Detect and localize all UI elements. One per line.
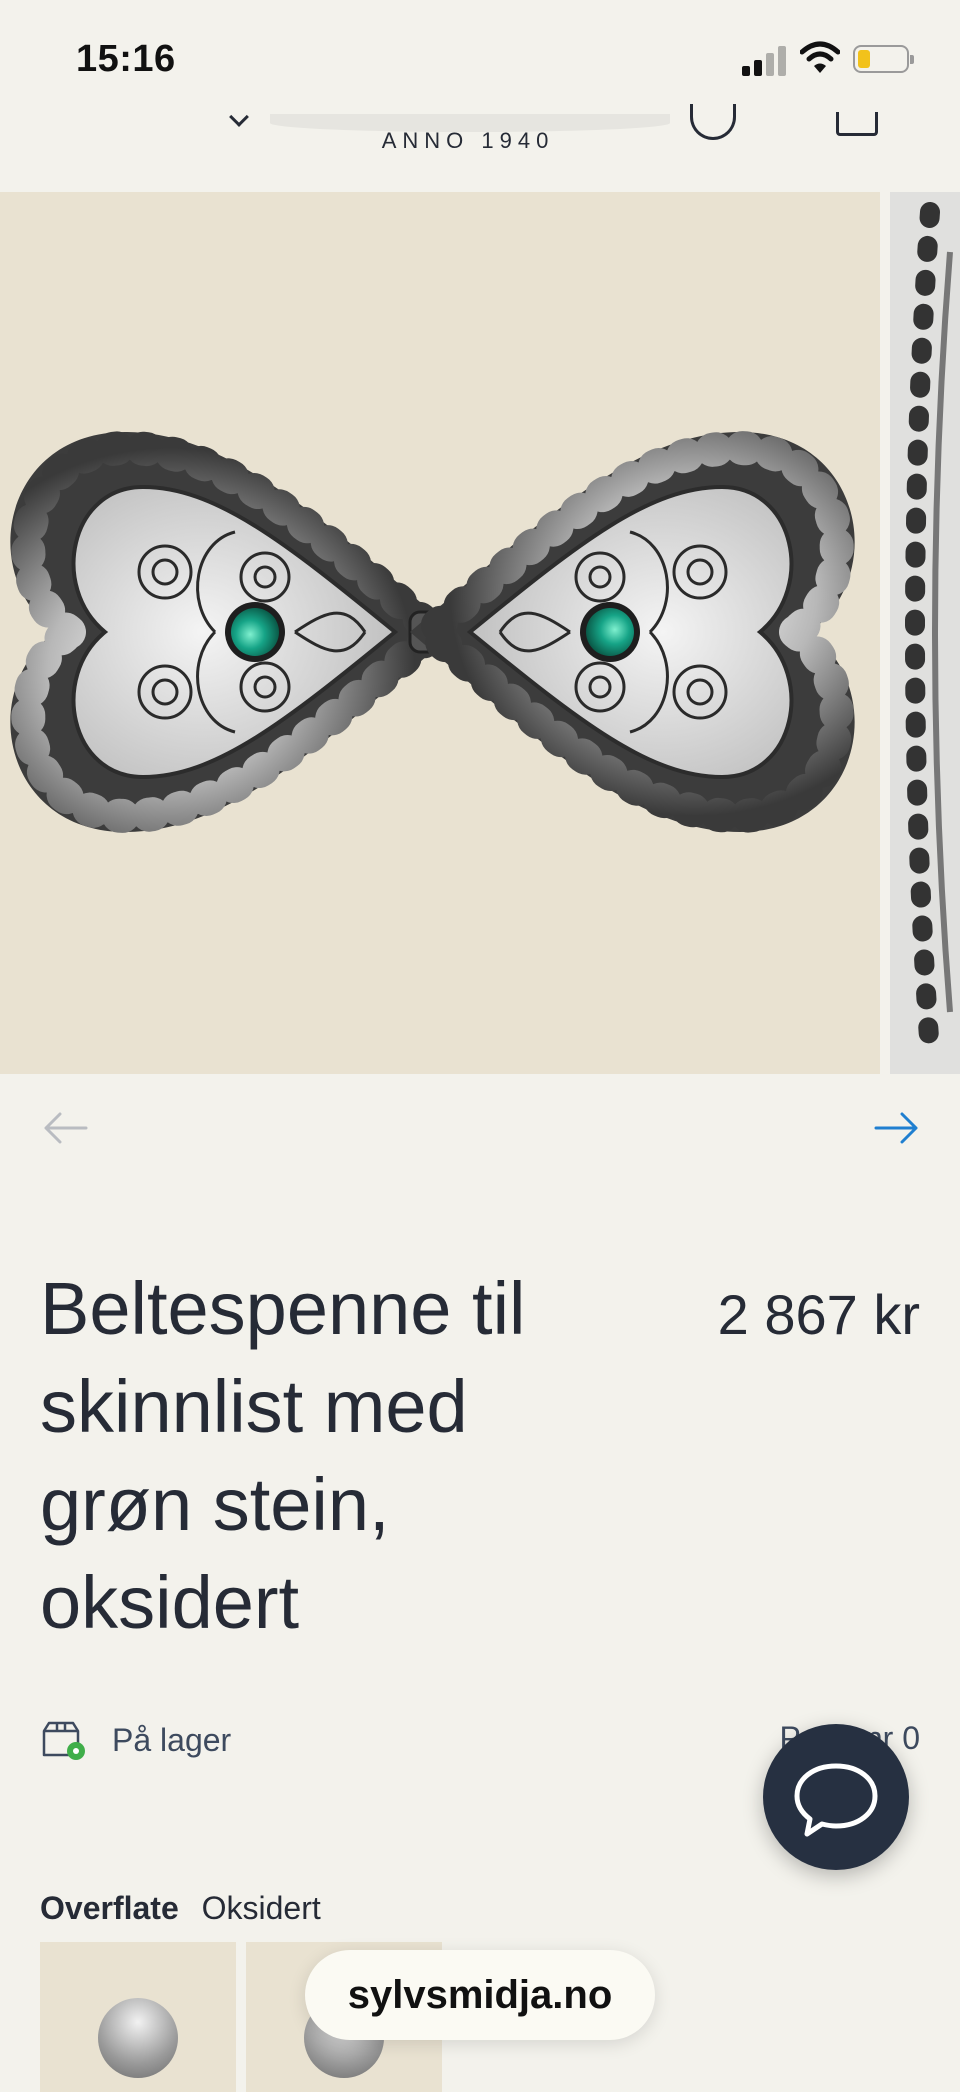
- chat-bubble-icon: [794, 1763, 878, 1837]
- variant-swatch-1[interactable]: [40, 1942, 236, 2092]
- variant-value: Oksidert: [201, 1890, 321, 1926]
- arrow-right-icon[interactable]: [872, 1108, 922, 1148]
- stock-status: På lager: [40, 1718, 231, 1762]
- site-header: ANNO 1940: [0, 104, 960, 192]
- product-price: 2 867 kr: [717, 1283, 920, 1346]
- variant-label: Overflate: [40, 1890, 179, 1926]
- battery-icon: [853, 45, 914, 73]
- brand-subtitle: ANNO 1940: [381, 128, 555, 153]
- product-image[interactable]: [0, 192, 880, 1074]
- product-gallery[interactable]: [0, 192, 960, 1074]
- cart-icon[interactable]: [836, 112, 878, 136]
- status-bar: 15:16: [0, 0, 960, 118]
- arrow-left-icon[interactable]: [40, 1108, 90, 1148]
- belt-buckle-image: [10, 430, 855, 834]
- package-check-icon: [42, 1721, 85, 1760]
- wifi-icon: [800, 41, 840, 73]
- cellular-signal-icon: [742, 44, 786, 76]
- stock-label: På lager: [112, 1721, 232, 1758]
- product-image-next[interactable]: [890, 192, 960, 1074]
- status-time: 15:16: [76, 38, 176, 80]
- browser-url-bar[interactable]: sylvsmidja.no: [305, 1950, 655, 2040]
- chat-button[interactable]: [763, 1724, 909, 1870]
- product-title: Beltespenne til skinnlist med grøn stein…: [40, 1267, 526, 1644]
- variant-selector: Overflate Oksidert: [40, 1890, 321, 1927]
